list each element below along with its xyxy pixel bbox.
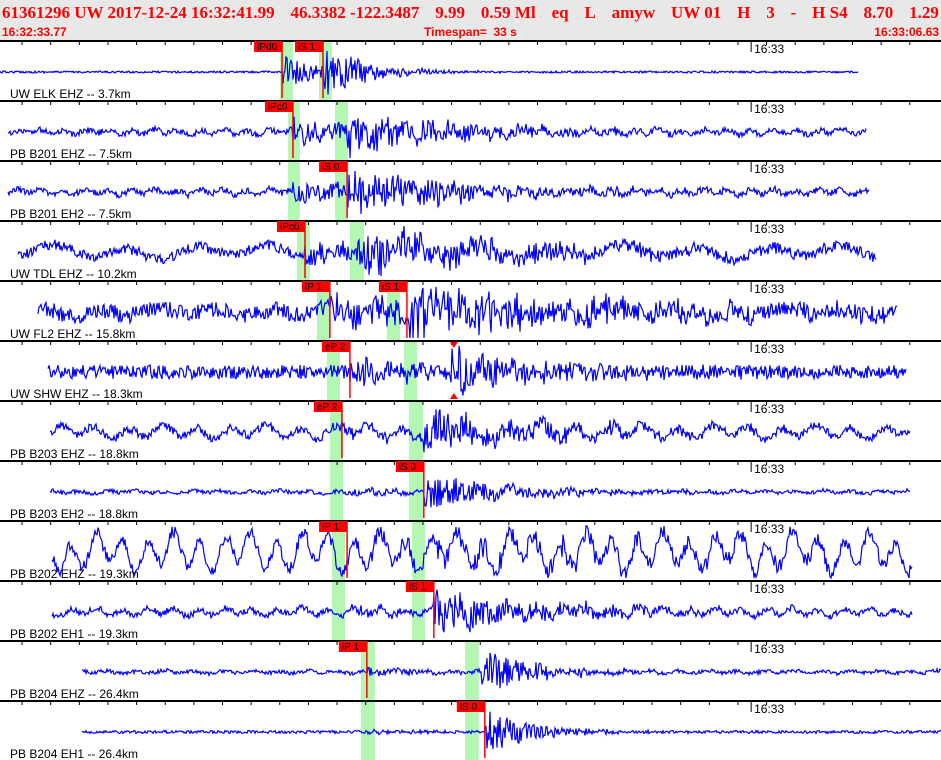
header-field: eq (551, 3, 569, 22)
pick-label[interactable]: iPc0 (280, 222, 300, 233)
minute-label: 16:33 (754, 582, 784, 596)
pick-label[interactable]: iS 1 (409, 582, 427, 593)
pick-label[interactable]: iPc0 (268, 102, 288, 113)
minute-label: 16:33 (754, 522, 784, 536)
minute-label: 16:33 (754, 462, 784, 476)
phase-window (331, 580, 346, 640)
channel-label: PB B202 EH1 -- 19.3km (10, 627, 138, 641)
waveform-trace[interactable] (17, 225, 877, 277)
header-field: H (737, 3, 751, 22)
header-field: amyw (611, 3, 656, 22)
pick-label[interactable]: iP 1 (305, 282, 322, 293)
timespan-label: Timespan= 33 s (424, 25, 517, 39)
channel-label: PB B204 EH1 -- 26.4km (10, 747, 138, 760)
pick-label[interactable]: iS 0 (460, 702, 478, 713)
waveform-trace[interactable] (7, 170, 870, 215)
pick-label[interactable]: iS 1 (298, 42, 316, 53)
channel-label: PB B204 EHZ -- 26.4km (10, 687, 139, 701)
minute-label: 16:33 (754, 342, 784, 356)
minute-label: 16:33 (754, 102, 784, 116)
header-field: 1.29 (909, 3, 939, 22)
header-field: L (584, 3, 596, 22)
channel-label: PB B203 EH2 -- 18.8km (10, 507, 138, 521)
waveform-trace[interactable] (49, 477, 910, 508)
amplitude-marker-top-icon (449, 342, 458, 348)
waveform-trace[interactable] (51, 589, 913, 633)
pick-label[interactable]: iS 1 (382, 282, 400, 293)
pick-label[interactable]: iP 1 (322, 522, 339, 533)
header-field: - (790, 3, 797, 22)
minute-label: 16:33 (754, 162, 784, 176)
channel-label: PB B201 EHZ -- 7.5km (10, 147, 132, 161)
header-field: 3 (766, 3, 775, 22)
channel-label: UW FL2 EHZ -- 15.8km (10, 327, 135, 341)
phase-window (360, 700, 375, 760)
channel-label: UW TDL EHZ -- 10.2km (10, 267, 137, 281)
header-field: 8.70 (863, 3, 894, 22)
channel-label: PB B203 EHZ -- 18.8km (10, 447, 139, 461)
minute-label: 16:33 (754, 282, 784, 296)
header-field: UW 01 (671, 3, 722, 22)
waveform-trace[interactable] (81, 652, 941, 689)
window-start-time: 16:32:33.77 (2, 25, 67, 39)
header-field: 9.99 (435, 3, 466, 22)
amplitude-marker-bottom-icon (449, 393, 458, 399)
seismogram-panels[interactable]: 16:33 UW ELK EHZ -- 3.7km iPd0 iS 1 16:33 PB … (0, 40, 941, 760)
event-header: 61361296 UW 2017-12-24 16:32:41.99 46.338… (0, 0, 941, 40)
channel-label: UW ELK EHZ -- 3.7km (10, 87, 131, 101)
header-field: 0.59 Ml (480, 3, 536, 22)
minute-label: 16:33 (754, 222, 784, 236)
pick-label[interactable]: iPd0 (257, 42, 277, 53)
event-summary: 61361296 UW 2017-12-24 16:32:41.99 46.338… (2, 3, 939, 23)
minute-label: 16:33 (754, 702, 784, 716)
pick-label[interactable]: iS 0 (399, 462, 417, 473)
minute-label: 16:33 (754, 402, 784, 416)
header-field: 46.3382 -122.3487 (290, 3, 420, 22)
minute-label: 16:33 (754, 42, 784, 56)
header-field: H S4 (812, 3, 848, 22)
phase-window (408, 400, 423, 460)
pick-label[interactable]: iS 0 (322, 162, 340, 173)
minute-label: 16:33 (754, 642, 784, 656)
header-field: 61361296 UW 2017-12-24 16:32:41.99 (2, 3, 275, 22)
channel-label: PB B202 EHZ -- 19.3km (10, 567, 139, 581)
pick-label[interactable]: eP 2 (317, 402, 338, 413)
phase-window (412, 520, 425, 580)
waveform-trace[interactable] (81, 711, 941, 750)
channel-label: UW SHW EHZ -- 18.3km (10, 387, 143, 401)
channel-label: PB B201 EH2 -- 7.5km (10, 207, 131, 221)
pick-label[interactable]: eP 2 (325, 342, 346, 353)
window-end-time: 16:33:06.63 (874, 25, 939, 39)
pick-label[interactable]: iP 1 (342, 642, 359, 653)
waveform-trace[interactable] (7, 116, 867, 159)
